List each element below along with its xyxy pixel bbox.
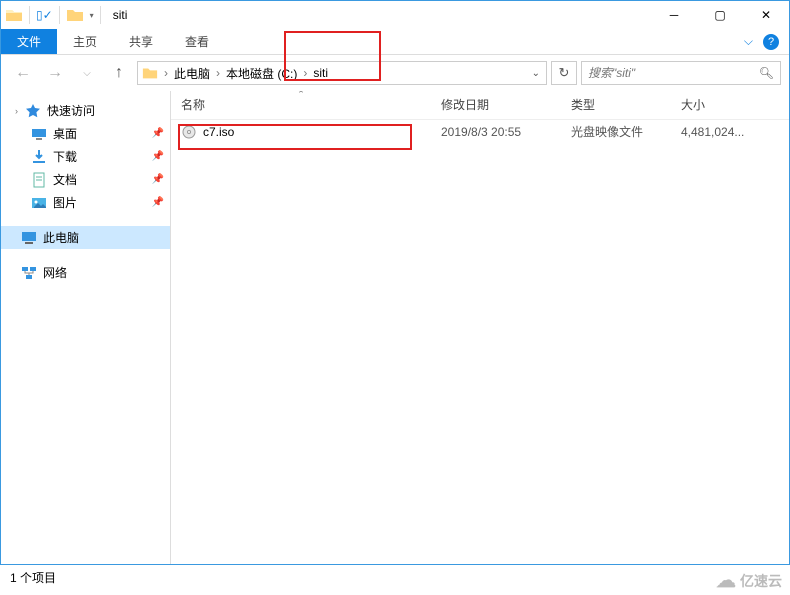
- search-box[interactable]: 🔍︎: [581, 61, 781, 85]
- refresh-button[interactable]: ↻: [551, 61, 577, 85]
- iso-icon: [181, 124, 197, 140]
- address-dropdown-icon[interactable]: ⌄: [526, 68, 546, 79]
- pin-icon: 📌: [152, 197, 164, 208]
- maximize-button[interactable]: ▢: [697, 1, 743, 29]
- crumb-drive[interactable]: 本地磁盘 (C:): [222, 65, 301, 82]
- file-row[interactable]: c7.iso 2019/8/3 20:55 光盘映像文件 4,481,024..…: [171, 120, 789, 143]
- file-size: 4,481,024...: [671, 125, 789, 139]
- col-date[interactable]: 修改日期: [431, 91, 561, 119]
- folder-icon: [5, 6, 23, 24]
- search-icon[interactable]: 🔍︎: [759, 66, 774, 80]
- pin-icon: 📌: [152, 128, 164, 139]
- network-icon: [21, 265, 37, 281]
- sidebar-item-pictures[interactable]: 图片 📌: [1, 191, 170, 214]
- forward-button[interactable]: →: [41, 59, 69, 87]
- minimize-button[interactable]: ─: [651, 1, 697, 29]
- folder-icon: [142, 65, 158, 81]
- tab-view[interactable]: 查看: [169, 29, 225, 54]
- pictures-icon: [31, 195, 47, 211]
- file-type: 光盘映像文件: [561, 123, 671, 140]
- download-icon: [31, 149, 47, 165]
- close-button[interactable]: ✕: [743, 1, 789, 29]
- star-icon: [25, 103, 41, 119]
- qat-check-icon[interactable]: ▯✓: [36, 8, 53, 22]
- sidebar-item-documents[interactable]: 文档 📌: [1, 168, 170, 191]
- search-input[interactable]: [588, 66, 759, 80]
- ribbon-collapse-icon[interactable]: ⌵: [744, 34, 753, 49]
- sidebar-quick-access[interactable]: › 快速访问: [1, 99, 170, 122]
- recent-dropdown-icon[interactable]: ⌵: [73, 59, 101, 87]
- crumb-pc[interactable]: 此电脑: [170, 65, 214, 82]
- col-type[interactable]: 类型: [561, 91, 671, 119]
- col-name[interactable]: 名称: [171, 91, 431, 119]
- file-name: c7.iso: [203, 125, 234, 139]
- breadcrumb[interactable]: › 此电脑 › 本地磁盘 (C:) › siti ⌄: [137, 61, 547, 85]
- address-bar: ← → ⌵ ↑ › 此电脑 › 本地磁盘 (C:) › siti ⌄ ↻ 🔍︎: [1, 55, 789, 91]
- up-button[interactable]: ↑: [105, 59, 133, 87]
- cloud-icon: ☁: [716, 568, 736, 593]
- file-date: 2019/8/3 20:55: [431, 125, 561, 139]
- sidebar-item-downloads[interactable]: 下载 📌: [1, 145, 170, 168]
- pin-icon: 📌: [152, 174, 164, 185]
- col-size[interactable]: 大小: [671, 91, 789, 119]
- document-icon: [31, 172, 47, 188]
- qat-dropdown-icon[interactable]: ▾: [90, 11, 94, 20]
- chevron-right-icon[interactable]: ›: [301, 66, 309, 80]
- pc-icon: [21, 230, 37, 246]
- help-icon[interactable]: ?: [763, 34, 779, 50]
- folder-icon-small[interactable]: [66, 6, 84, 24]
- title-bar: ▯✓ ▾ siti ─ ▢ ✕: [1, 1, 789, 29]
- column-headers: 名称 修改日期 类型 大小: [171, 91, 789, 120]
- status-bar: 1 个项目: [0, 565, 790, 589]
- back-button[interactable]: ←: [9, 59, 37, 87]
- caret-right-icon: ›: [15, 106, 25, 116]
- pin-icon: 📌: [152, 151, 164, 162]
- desktop-icon: [31, 126, 47, 142]
- tab-file[interactable]: 文件: [1, 29, 57, 54]
- chevron-right-icon[interactable]: ›: [214, 66, 222, 80]
- sidebar: › 快速访问 桌面 📌 下载 📌: [1, 91, 171, 564]
- chevron-right-icon[interactable]: ›: [162, 66, 170, 80]
- file-list: ⌃ 名称 修改日期 类型 大小 c7.iso 2019/8/3 20:55 光盘…: [171, 91, 789, 564]
- sidebar-network[interactable]: 网络: [1, 261, 170, 284]
- window-title: siti: [113, 8, 128, 22]
- sidebar-item-desktop[interactable]: 桌面 📌: [1, 122, 170, 145]
- status-text: 1 个项目: [10, 569, 56, 586]
- tab-share[interactable]: 共享: [113, 29, 169, 54]
- ribbon-tabs: 文件 主页 共享 查看 ⌵ ?: [1, 29, 789, 55]
- sidebar-this-pc[interactable]: 此电脑: [1, 226, 170, 249]
- crumb-folder[interactable]: siti: [309, 66, 332, 80]
- watermark: ☁ 亿速云: [716, 568, 782, 593]
- tab-home[interactable]: 主页: [57, 29, 113, 54]
